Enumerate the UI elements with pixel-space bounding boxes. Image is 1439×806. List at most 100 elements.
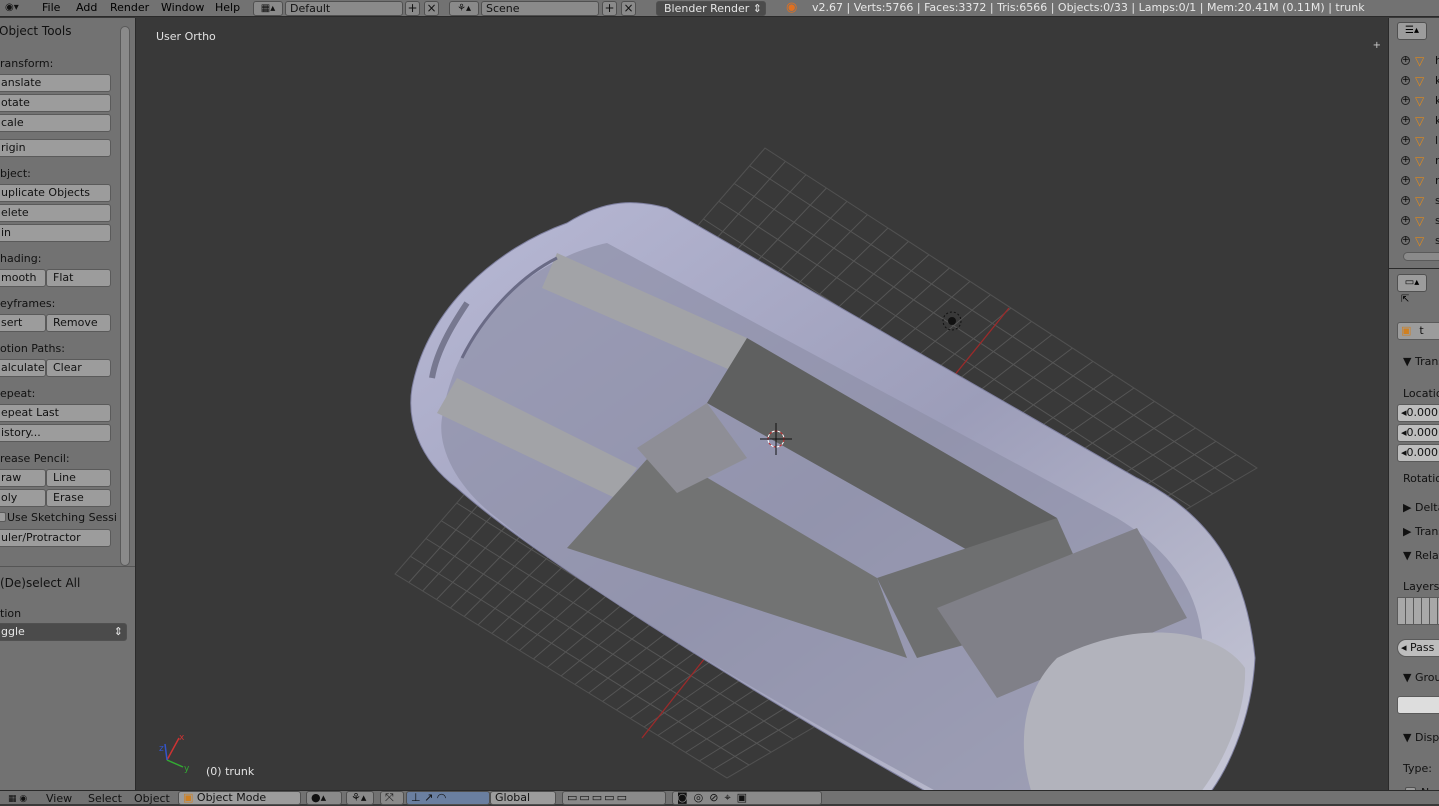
screen-layout-field[interactable]: Default [285, 1, 403, 16]
remove-keyframe-button[interactable]: Remove [46, 314, 111, 332]
mesh-icon: ▽ [1415, 54, 1425, 68]
expand-icon[interactable]: + [1401, 56, 1410, 65]
expand-icon[interactable]: + [1401, 196, 1410, 205]
transform-locks-header[interactable]: ▶ Trans [1403, 525, 1439, 538]
groups-panel-header[interactable]: ▼ Grou [1403, 671, 1439, 684]
scale-button[interactable]: cale [0, 114, 111, 132]
outliner-row[interactable]: + ▽ s [1389, 191, 1439, 211]
transform-label: ransform: [0, 57, 54, 70]
viewport-canvas: x y z [159, 147, 1258, 790]
outliner-row[interactable]: + ▽ k [1389, 71, 1439, 91]
expand-icon[interactable]: + [1401, 236, 1410, 245]
select-arrow-icon: ⇕ [113, 625, 123, 638]
outliner-row[interactable]: + ▽ h [1389, 51, 1439, 71]
orientation-select[interactable]: Global [490, 791, 556, 805]
pin-icon[interactable]: ⇱ [1401, 294, 1409, 305]
outliner-row[interactable]: + ▽ s [1389, 231, 1439, 251]
sketching-checkbox[interactable] [0, 512, 6, 522]
duplicate-objects-button[interactable]: uplicate Objects [0, 184, 111, 202]
insert-keyframe-button[interactable]: sert [0, 314, 46, 332]
smooth-button[interactable]: mooth [0, 269, 46, 287]
origin-button[interactable]: rigin [0, 139, 111, 157]
object-name-field[interactable]: ▣ t [1397, 322, 1439, 340]
rotate-button[interactable]: otate [0, 94, 111, 112]
render-engine-select[interactable]: Blender Render ⇕ [656, 1, 766, 16]
delta-panel-header[interactable]: ▶ Delta [1403, 501, 1439, 514]
screen-layout-icon[interactable]: ▦▴ [253, 1, 283, 16]
flat-button[interactable]: Flat [46, 269, 111, 287]
action-label: tion [0, 607, 22, 620]
relations-panel-header[interactable]: ▼ Relat [1403, 549, 1439, 562]
object-label: bject: [0, 167, 31, 180]
expand-icon[interactable]: + [1401, 76, 1410, 85]
ruler-protractor-button[interactable]: uler/Protractor [0, 529, 111, 547]
layer-buttons[interactable]: ▭▭▭▭▭ [562, 791, 666, 805]
mode-select[interactable]: ▣ Object Mode [178, 791, 301, 805]
delete-button[interactable]: elete [0, 204, 111, 222]
expand-icon[interactable]: + [1401, 96, 1410, 105]
outliner-type-icon[interactable]: ☰▴ [1397, 22, 1427, 40]
object-tools-header[interactable]: Object Tools [0, 24, 71, 38]
expand-icon[interactable]: + [1401, 136, 1410, 145]
tool-shelf-scrollbar[interactable] [120, 26, 130, 566]
transform-manipulators[interactable]: ⊥ ↗ ◠ [406, 791, 490, 805]
region-expand-icon[interactable]: + [1373, 40, 1381, 51]
delete-screen-icon[interactable]: × [424, 1, 439, 16]
3d-view-header: ▦ ◉ View Select Object ▣ Object Mode ●▴ … [0, 790, 1439, 805]
editor-type-icon[interactable]: ◉▾ [5, 0, 19, 17]
menu-file[interactable]: File [42, 0, 60, 17]
car-mesh [410, 202, 1256, 790]
line-button[interactable]: Line [46, 469, 111, 487]
add-screen-icon[interactable]: + [405, 1, 420, 16]
repeat-last-button[interactable]: epeat Last [0, 404, 111, 422]
erase-button[interactable]: Erase [46, 489, 111, 507]
operator-title: (De)select All [0, 576, 81, 590]
poly-button[interactable]: oly [0, 489, 46, 507]
outliner-row[interactable]: + ▽ r [1389, 171, 1439, 191]
translate-button[interactable]: anslate [0, 74, 111, 92]
scene-icon[interactable]: ⚘▴ [449, 1, 479, 16]
outliner-row[interactable]: + ▽ r [1389, 151, 1439, 171]
outliner-row[interactable]: + ▽ li [1389, 131, 1439, 151]
properties-type-icon[interactable]: ▭▴ [1397, 274, 1427, 292]
snap-and-render-tools[interactable]: ◙◎⊘⌖▣ [672, 791, 822, 805]
action-select[interactable]: ggle ⇕ [0, 623, 127, 641]
display-panel-header[interactable]: ▼ Displ [1403, 731, 1439, 744]
calculate-button[interactable]: alculate [0, 359, 46, 377]
mesh-icon: ▽ [1415, 194, 1425, 208]
object-cube-icon: ▣ [1401, 324, 1412, 337]
outliner-row[interactable]: + ▽ k [1389, 111, 1439, 131]
draw-button[interactable]: raw [0, 469, 46, 487]
location-z-field[interactable]: ◂0.000 [1397, 444, 1439, 462]
expand-icon[interactable]: + [1401, 176, 1410, 185]
join-button[interactable]: in [0, 224, 111, 242]
layers-grid[interactable] [1397, 597, 1439, 625]
manipulator-toggle[interactable]: ⤧ [380, 791, 404, 805]
history-button[interactable]: istory... [0, 424, 111, 442]
outliner-row[interactable]: + ▽ k [1389, 91, 1439, 111]
outliner-scrollbar[interactable] [1403, 252, 1439, 261]
scene-field[interactable]: Scene [481, 1, 599, 16]
3d-viewport[interactable]: x y z User Ortho (0) trunk + [137, 18, 1387, 790]
outliner-row[interactable]: + ▽ s [1389, 211, 1439, 231]
pass-index-field[interactable]: ◂ Pass [1397, 639, 1439, 657]
expand-icon[interactable]: + [1401, 116, 1410, 125]
transform-panel-header[interactable]: ▼ Trans [1403, 355, 1439, 368]
pivot-point-select[interactable]: ⚘▴ [346, 791, 374, 805]
add-scene-icon[interactable]: + [602, 1, 617, 16]
clear-button[interactable]: Clear [46, 359, 111, 377]
location-y-field[interactable]: ◂0.000 [1397, 424, 1439, 442]
location-x-field[interactable]: ◂0.000 [1397, 404, 1439, 422]
type-label: Type: [1403, 762, 1432, 775]
add-to-group-button[interactable] [1397, 696, 1439, 714]
viewport-shading-select[interactable]: ●▴ [306, 791, 342, 805]
menu-help[interactable]: Help [215, 0, 240, 17]
expand-icon[interactable]: + [1401, 216, 1410, 225]
menu-window[interactable]: Window [161, 0, 204, 17]
expand-icon[interactable]: + [1401, 156, 1410, 165]
mesh-icon: ▽ [1415, 134, 1425, 148]
keyframes-label: eyframes: [0, 297, 56, 310]
menu-add[interactable]: Add [76, 0, 97, 17]
menu-render[interactable]: Render [110, 0, 149, 17]
delete-scene-icon[interactable]: × [621, 1, 636, 16]
